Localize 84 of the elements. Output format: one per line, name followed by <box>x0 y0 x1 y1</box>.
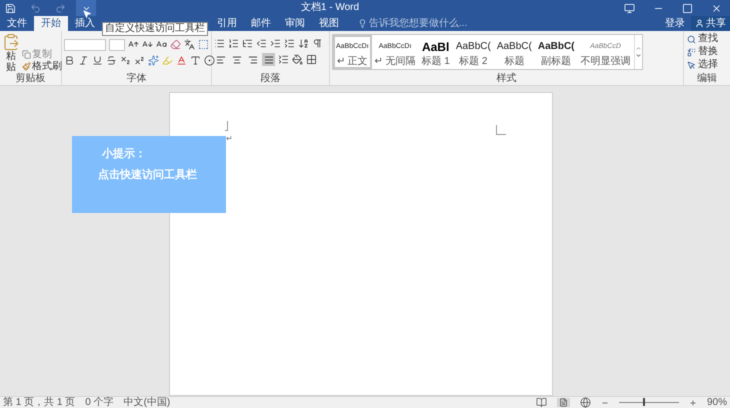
search-icon <box>687 34 696 44</box>
justify-button[interactable] <box>262 53 275 66</box>
person-icon <box>695 19 704 28</box>
paste-button[interactable]: 粘贴 <box>2 33 20 73</box>
style-item[interactable]: AaBbC( 标题 <box>494 35 535 69</box>
group-label: 段落 <box>260 73 282 85</box>
shading-icon[interactable] <box>292 54 303 65</box>
ribbon-tab[interactable]: 审阅 <box>278 16 312 31</box>
scroll-down-icon[interactable] <box>634 52 642 59</box>
tip-text: 点击快速访问工具栏 <box>98 169 198 182</box>
style-item[interactable]: AaBl 标题 1 <box>418 35 453 69</box>
share-button[interactable]: 共享 <box>691 16 730 31</box>
justify-icon <box>264 54 274 64</box>
margin-corner-mark <box>496 125 506 135</box>
style-item[interactable]: AaBbC( 标题 2 <box>452 35 494 69</box>
format-painter-button[interactable]: 格式刷 <box>22 61 62 72</box>
align-right-icon <box>248 54 258 64</box>
pilcrow-icon[interactable] <box>312 38 323 49</box>
sign-in-link[interactable]: 登录 <box>659 16 691 31</box>
save-icon[interactable] <box>5 2 16 14</box>
multilevel-list-icon[interactable] <box>242 38 253 49</box>
replace-button[interactable]: 替换 <box>687 46 727 58</box>
page-count: 第 1 页，共 1 页 <box>3 397 76 408</box>
text-effects-icon[interactable] <box>148 54 159 66</box>
align-left-icon <box>216 54 226 64</box>
find-button[interactable]: 查找 <box>687 33 727 45</box>
font-name-field[interactable] <box>64 38 106 50</box>
font-color-icon[interactable] <box>176 54 187 66</box>
lightbulb-icon <box>358 19 367 28</box>
borders-icon[interactable] <box>306 54 317 65</box>
enclose-characters-icon[interactable] <box>204 54 215 66</box>
print-layout-button[interactable] <box>556 398 570 407</box>
ribbon-tab[interactable]: 插入 <box>68 16 102 31</box>
web-layout-icon[interactable] <box>580 397 591 408</box>
ribbon-tab[interactable]: 引用 <box>210 16 244 31</box>
tip-title: 小提示： <box>100 148 147 161</box>
style-item[interactable]: AaBbC( 副标题 <box>534 35 578 69</box>
window-title: 文档1 - Word <box>300 0 360 15</box>
ribbon-tab[interactable]: 文件 <box>0 16 34 31</box>
group-label: 编辑 <box>696 73 718 85</box>
undo-icon[interactable] <box>30 2 41 14</box>
superscript-icon[interactable] <box>134 54 145 66</box>
group-label: 剪贴板 <box>14 73 46 85</box>
increase-indent-icon[interactable] <box>270 38 281 49</box>
language-indicator: 中文(中国) <box>124 397 170 408</box>
clear-format-icon[interactable] <box>170 39 181 50</box>
zoom-in-icon[interactable] <box>688 398 697 406</box>
ribbon-tab[interactable]: 邮件 <box>244 16 278 31</box>
page-icon <box>558 398 568 407</box>
read-mode-icon[interactable] <box>536 397 547 408</box>
margin-corner-mark <box>225 121 228 131</box>
maximize-icon[interactable] <box>682 2 693 14</box>
italic-icon[interactable] <box>78 54 89 66</box>
phonetic-guide-icon[interactable] <box>184 39 195 50</box>
zoom-level[interactable]: 90% <box>706 397 727 408</box>
paragraph-mark: ↵ <box>226 135 233 143</box>
paintbrush-icon <box>22 62 31 71</box>
zoom-thumb[interactable] <box>642 398 645 406</box>
decrease-indent-icon[interactable] <box>256 38 267 49</box>
ribbon-display-icon[interactable] <box>624 2 635 14</box>
sort-icon[interactable] <box>298 38 309 49</box>
ribbon-tab[interactable]: 开始 <box>34 16 68 31</box>
select-button[interactable]: 选择 <box>687 59 727 71</box>
pointer-icon <box>687 60 696 70</box>
copy-icon <box>22 50 31 59</box>
tooltip: 自定义快速访问工具栏 <box>102 22 208 36</box>
subscript-icon[interactable] <box>120 54 131 66</box>
group-label: 样式 <box>496 73 518 85</box>
replace-icon <box>687 48 696 56</box>
group-label: 字体 <box>126 73 148 85</box>
clipboard-icon <box>2 33 20 51</box>
font-size-field[interactable] <box>108 38 125 50</box>
align-center-icon <box>232 54 242 64</box>
character-border-icon[interactable] <box>198 39 209 50</box>
underline-icon[interactable] <box>92 54 103 66</box>
close-icon[interactable] <box>711 2 722 14</box>
tell-me-field[interactable]: 告诉我您想要做什么... <box>369 16 489 31</box>
strikethrough-icon[interactable] <box>106 54 117 66</box>
redo-icon[interactable] <box>55 2 66 14</box>
bold-icon[interactable] <box>64 54 75 66</box>
ribbon-tab[interactable]: 视图 <box>312 16 346 31</box>
word-count: 0 个字 <box>85 397 114 408</box>
numbering-icon[interactable] <box>228 38 239 49</box>
customize-toolbar-button[interactable] <box>76 0 96 16</box>
